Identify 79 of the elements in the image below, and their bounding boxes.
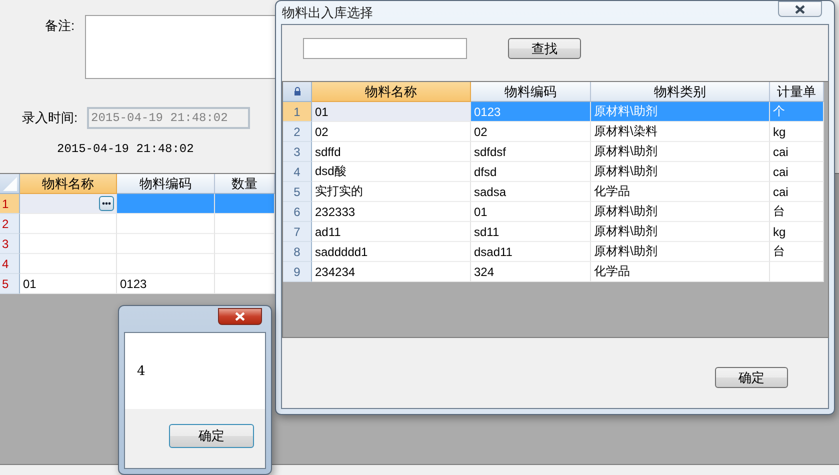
row-header[interactable]: 2 (283, 122, 312, 142)
table-cell: 原材料\助剂 (591, 222, 770, 242)
row-header[interactable]: 4 (0, 254, 20, 274)
ellipsis-button[interactable] (99, 196, 114, 211)
table-cell: 原材料\助剂 (591, 162, 770, 182)
table-cell: 台 (770, 242, 824, 262)
table-cell: 原材料\助剂 (591, 202, 770, 222)
column-header[interactable]: 数量 (215, 174, 275, 194)
entry-time-field[interactable]: 2015-04-19 21:48:02 (87, 107, 250, 129)
row-header[interactable]: 3 (283, 142, 312, 162)
table-cell: kg (770, 122, 824, 142)
row-header[interactable]: 4 (283, 162, 312, 182)
corner-icon (2, 176, 16, 190)
table-cell: kg (770, 222, 824, 242)
search-button[interactable]: 查找 (508, 38, 581, 59)
column-header[interactable]: 物料名称 (312, 82, 471, 102)
table-cell: 01 (20, 274, 117, 294)
row-header[interactable]: 7 (283, 222, 312, 242)
ok-button[interactable]: 确定 (715, 367, 788, 388)
table-cell: dsad11 (471, 242, 591, 262)
close-icon (235, 312, 245, 321)
table-cell: 台 (770, 202, 824, 222)
table-cell: 原材料\助剂 (591, 242, 770, 262)
row-header[interactable]: 1 (283, 102, 312, 122)
table-cell: sd11 (471, 222, 591, 242)
table-cell: 01 (471, 202, 591, 222)
row-header[interactable]: 6 (283, 202, 312, 222)
table-cell: 0123 (471, 102, 591, 122)
ellipsis-icon (102, 202, 111, 205)
row-header[interactable]: 5 (283, 182, 312, 202)
row-header[interactable]: 2 (0, 214, 20, 234)
table-cell: 324 (471, 262, 591, 282)
column-header[interactable]: 物料名称 (20, 174, 117, 194)
remark-field[interactable] (85, 15, 275, 79)
table-cell: 原材料\助剂 (591, 102, 770, 122)
table-cell: 02 (471, 122, 591, 142)
table-cell: saddddd1 (312, 242, 471, 262)
table-cell: 232333 (312, 202, 471, 222)
table-cell: 化学品 (591, 182, 770, 202)
table-cell: 01 (312, 102, 471, 122)
search-field[interactable] (303, 38, 467, 59)
table-cell: dsd酸 (312, 162, 471, 182)
table-cell (770, 262, 824, 282)
table-cell: 0123 (117, 274, 215, 294)
row-header[interactable]: 3 (0, 234, 20, 254)
table-cell: 实打实的 (312, 182, 471, 202)
table-cell: cai (770, 182, 824, 202)
table-cell (215, 194, 275, 214)
table-cell: 原材料\染料 (591, 122, 770, 142)
lock-icon (294, 87, 300, 96)
table-cell: 234234 (312, 262, 471, 282)
close-button[interactable] (218, 308, 262, 325)
close-icon (795, 4, 805, 14)
timestamp-text: 2015-04-19 21:48:02 (57, 142, 194, 156)
row-header[interactable]: 5 (0, 274, 20, 294)
table-cell: ad11 (312, 222, 471, 242)
column-header[interactable]: 物料类别 (591, 82, 770, 102)
row-header[interactable]: 8 (283, 242, 312, 262)
column-header[interactable]: 物料编码 (117, 174, 215, 194)
table-cell: 化学品 (591, 262, 770, 282)
row-header[interactable]: 1 (0, 194, 20, 214)
table-cell: 原材料\助剂 (591, 142, 770, 162)
table-cell: cai (770, 142, 824, 162)
window-title: 物料出入库选择 (282, 4, 373, 22)
row-header[interactable]: 9 (283, 262, 312, 282)
column-header[interactable]: 计量单 (770, 82, 824, 102)
close-button[interactable] (778, 1, 822, 17)
entry-time-label: 录入时间: (22, 109, 79, 127)
table-cell: 02 (312, 122, 471, 142)
table-cell: sdffd (312, 142, 471, 162)
table-cell: dfsd (471, 162, 591, 182)
table-cell: cai (770, 162, 824, 182)
column-header[interactable]: 物料编码 (471, 82, 591, 102)
table-cell: sdfdsf (471, 142, 591, 162)
ok-button[interactable]: 确定 (169, 424, 254, 448)
table-cell: 个 (770, 102, 824, 122)
message-text: 4 (137, 364, 146, 378)
table-cell: sadsa (471, 182, 591, 202)
remark-label: 备注: (45, 17, 76, 35)
